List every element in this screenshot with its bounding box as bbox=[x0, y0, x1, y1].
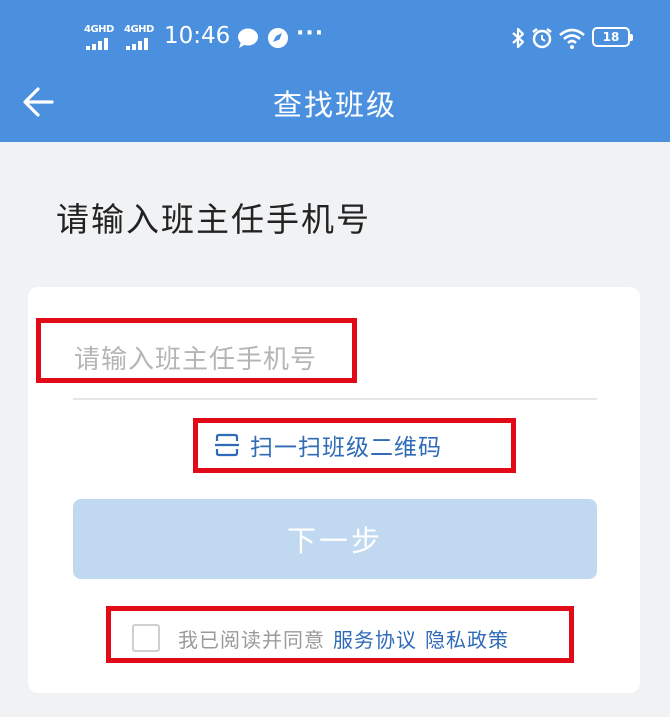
agree-checkbox[interactable] bbox=[132, 624, 160, 652]
sim2-label: 4GHD bbox=[124, 24, 154, 35]
next-step-button[interactable]: 下一步 bbox=[73, 499, 597, 579]
instruction-heading: 请输入班主任手机号 bbox=[56, 200, 371, 239]
alarm-icon bbox=[532, 28, 552, 49]
status-bar: 4GHD 4GHD 10:46 ··· 18 bbox=[0, 18, 670, 58]
wifi-icon bbox=[559, 28, 585, 49]
agree-text: 我已阅读并同意 bbox=[178, 627, 325, 652]
compass-icon bbox=[268, 28, 288, 48]
scan-label: 扫一扫班级二维码 bbox=[250, 435, 442, 461]
sim1-label: 4GHD bbox=[84, 24, 114, 35]
battery-level: 18 bbox=[602, 30, 620, 44]
input-divider bbox=[73, 398, 597, 400]
agreement-row: 我已阅读并同意 服务协议 隐私政策 bbox=[132, 623, 509, 653]
chat-bubble-icon bbox=[238, 28, 258, 48]
scan-icon bbox=[215, 433, 239, 457]
privacy-policy-link[interactable]: 隐私政策 bbox=[425, 624, 509, 653]
service-agreement-link[interactable]: 服务协议 bbox=[333, 624, 417, 653]
sim2-signal-icon: 4GHD bbox=[124, 24, 158, 50]
teacher-phone-input[interactable] bbox=[74, 338, 594, 382]
status-time: 10:46 bbox=[164, 23, 231, 49]
page-title: 查找班级 bbox=[272, 88, 397, 122]
more-notifications: ··· bbox=[296, 21, 325, 46]
battery-icon: 18 bbox=[592, 27, 633, 47]
sim1-signal-icon: 4GHD bbox=[84, 24, 118, 50]
bluetooth-icon bbox=[512, 27, 525, 49]
app-header: 4GHD 4GHD 10:46 ··· 18 查找班级 bbox=[0, 0, 670, 142]
scan-class-qr-link[interactable]: 扫一扫班级二维码 bbox=[214, 428, 442, 462]
